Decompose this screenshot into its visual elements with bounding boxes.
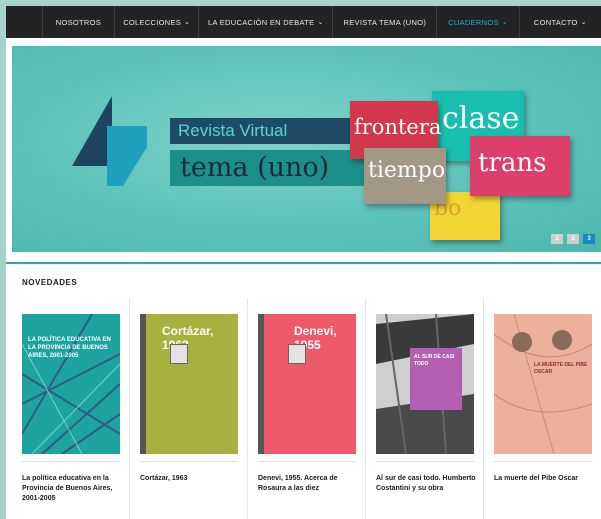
nav-item-label: REVISTA TEMA (UNO) bbox=[343, 17, 427, 27]
book-list: LA POLÍTICA EDUCATIVA EN LA PROVINCIA DE… bbox=[12, 298, 601, 519]
chevron-down-icon: ⌄ bbox=[501, 19, 508, 26]
book-card[interactable]: LA MUERTE DEL PIBE OSCAR La muerte del P… bbox=[483, 298, 601, 519]
cover-title: LA POLÍTICA EDUCATIVA EN LA PROVINCIA DE… bbox=[28, 337, 111, 359]
banner-pager: 1 2 3 bbox=[551, 234, 595, 244]
cover-title: LA MUERTE DEL PIBE OSCAR bbox=[534, 362, 588, 375]
book-card[interactable]: Denevi, 1955 Denevi, 1955. Acerca de Ros… bbox=[247, 298, 365, 519]
cover-portrait bbox=[288, 344, 306, 364]
nav-item-label: CUADERNOS bbox=[448, 17, 499, 27]
nav-item-label: CONTACTO bbox=[533, 17, 578, 27]
book-cover[interactable]: Denevi, 1955 bbox=[258, 314, 356, 454]
cover-spine bbox=[258, 314, 264, 454]
book-title[interactable]: La muerte del Pibe Oscar bbox=[494, 474, 594, 484]
book-divider bbox=[376, 461, 474, 462]
logo-icon bbox=[72, 96, 112, 166]
nav-item-educacion-en-debate[interactable]: LA EDUCACIÓN EN DEBATE ⌄ bbox=[199, 6, 334, 38]
nav-item-nosotros[interactable]: NOSOTROS bbox=[43, 6, 116, 38]
hero-banner[interactable]: Revista Virtual tema (uno) clase fronter… bbox=[12, 46, 601, 252]
chevron-down-icon: ⌄ bbox=[184, 19, 191, 26]
pager-dot-1[interactable]: 1 bbox=[551, 234, 563, 244]
nav-item-label: NOSOTROS bbox=[55, 17, 102, 27]
book-card[interactable]: Cortázar, 1963 Cortázar, 1963 bbox=[129, 298, 247, 519]
main-nav: NOSOTROS COLECCIONES ⌄ LA EDUCACIÓN EN D… bbox=[6, 6, 601, 38]
cover-illustration-icon bbox=[494, 314, 592, 454]
banner-revista-label: Revista Virtual bbox=[170, 118, 352, 144]
cover-pattern-icon bbox=[22, 314, 120, 454]
book-title[interactable]: Cortázar, 1963 bbox=[140, 474, 240, 484]
banner-card-tiempo: tiempo bbox=[364, 148, 446, 204]
nav-item-contacto[interactable]: CONTACTO ⌄ bbox=[520, 6, 601, 38]
book-divider bbox=[22, 461, 120, 462]
book-divider bbox=[140, 461, 238, 462]
page: NOSOTROS COLECCIONES ⌄ LA EDUCACIÓN EN D… bbox=[6, 6, 601, 519]
book-cover[interactable]: Cortázar, 1963 bbox=[140, 314, 238, 454]
cover-portrait bbox=[170, 344, 188, 364]
nav-item-label: LA EDUCACIÓN EN DEBATE bbox=[208, 17, 315, 27]
nav-item-colecciones[interactable]: COLECCIONES ⌄ bbox=[115, 6, 200, 38]
banner-card-trans: trans bbox=[470, 136, 570, 196]
nav-item-label: COLECCIONES bbox=[123, 17, 182, 27]
book-cover[interactable]: LA MUERTE DEL PIBE OSCAR bbox=[494, 314, 592, 454]
cover-title-box: AL SUR DE CASI TODO bbox=[410, 348, 462, 410]
book-cover[interactable]: AL SUR DE CASI TODO bbox=[376, 314, 474, 454]
banner-tema-label: tema (uno) bbox=[170, 150, 372, 186]
nav-item-revista-tema-uno[interactable]: REVISTA TEMA (UNO) bbox=[333, 6, 438, 38]
nav-item-cuadernos[interactable]: CUADERNOS ⌄ bbox=[437, 6, 520, 38]
section-title: NOVEDADES bbox=[22, 278, 78, 287]
pager-dot-3[interactable]: 3 bbox=[583, 234, 595, 244]
chevron-down-icon: ⌄ bbox=[317, 19, 324, 26]
chevron-down-icon: ⌄ bbox=[580, 19, 587, 26]
cover-spine bbox=[140, 314, 146, 454]
book-title[interactable]: Al sur de casi todo. Humberto Costantini… bbox=[376, 474, 476, 494]
cover-title: AL SUR DE CASI TODO bbox=[414, 354, 455, 367]
book-card[interactable]: AL SUR DE CASI TODO Al sur de casi todo.… bbox=[365, 298, 483, 519]
book-divider bbox=[494, 461, 592, 462]
pager-dot-2[interactable]: 2 bbox=[567, 234, 579, 244]
nav-lead-spacer bbox=[6, 6, 43, 38]
section-divider bbox=[6, 262, 601, 264]
book-title[interactable]: Denevi, 1955. Acerca de Rosaura a las di… bbox=[258, 474, 358, 494]
book-card[interactable]: LA POLÍTICA EDUCATIVA EN LA PROVINCIA DE… bbox=[12, 298, 129, 519]
book-cover[interactable]: LA POLÍTICA EDUCATIVA EN LA PROVINCIA DE… bbox=[22, 314, 120, 454]
book-title[interactable]: La política educativa en la Provincia de… bbox=[22, 474, 122, 504]
book-divider bbox=[258, 461, 356, 462]
